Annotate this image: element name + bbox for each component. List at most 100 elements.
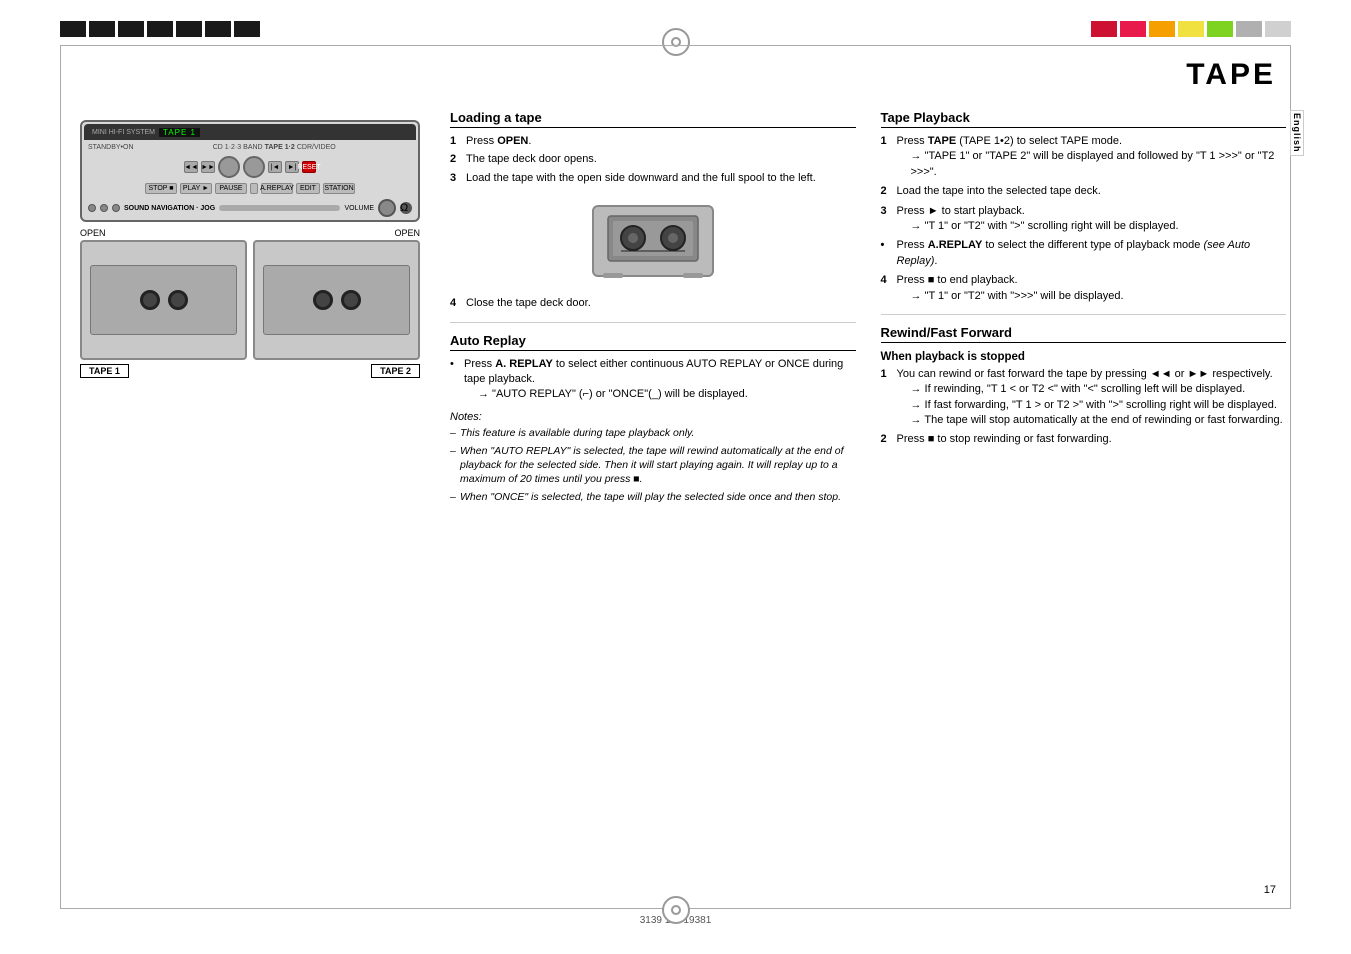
- playback-step-1: 1 Press TAPE (TAPE 1•2) to select TAPE m…: [881, 134, 1287, 180]
- arrow-text: → "T 1" or "T2" with ">" scrolling right…: [897, 219, 1179, 234]
- step-num: 4: [881, 273, 893, 304]
- step-num: 3: [450, 171, 462, 186]
- note-3: When "ONCE" is selected, the tape will p…: [450, 490, 856, 504]
- step-text: Load the tape into the selected tape dec…: [897, 184, 1101, 199]
- left-column: Loading a tape 1 Press OPEN. 2 The tape …: [450, 110, 856, 899]
- color-blocks-left: [60, 21, 260, 37]
- rewind-ff-section: Rewind/Fast Forward When playback is sto…: [881, 325, 1287, 448]
- notes-list: This feature is available during tape pl…: [450, 426, 856, 505]
- play-btn[interactable]: PLAY ►: [180, 183, 212, 194]
- compass-inner-bottom: [671, 905, 681, 915]
- notes-title: Notes:: [450, 411, 856, 423]
- color-block: [118, 21, 144, 37]
- bullet-text: Press A. REPLAY to select either continu…: [464, 357, 856, 403]
- step-num: 2: [881, 184, 893, 199]
- color-block: [205, 21, 231, 37]
- auto-replay-item: • Press A. REPLAY to select either conti…: [450, 357, 856, 403]
- center-compass-top: [662, 28, 690, 56]
- loading-step-2: 2 The tape deck door opens.: [450, 152, 856, 167]
- color-block-orange: [1149, 21, 1175, 37]
- step-text: Load the tape with the open side downwar…: [466, 171, 816, 186]
- dial[interactable]: [218, 156, 240, 178]
- arrow-text-2: → If fast forwarding, "T 1 > or T2 >" wi…: [897, 398, 1283, 413]
- volume-knob[interactable]: [378, 199, 396, 217]
- tape2-label: TAPE 2: [371, 364, 420, 378]
- step-text: Press ► to start playback. → "T 1" or "T…: [897, 204, 1179, 235]
- step-text: Press ■ to stop rewinding or fast forwar…: [897, 432, 1112, 447]
- divider: [450, 322, 856, 323]
- stop-btn[interactable]: STOP ■: [145, 183, 177, 194]
- auto-replay-bullets: • Press A. REPLAY to select either conti…: [450, 357, 856, 403]
- tape-playback-section: Tape Playback 1 Press TAPE (TAPE 1•2) to…: [881, 110, 1287, 304]
- note-1: This feature is available during tape pl…: [450, 426, 856, 440]
- english-side-label: English: [1290, 110, 1304, 156]
- step-num: 2: [450, 152, 462, 167]
- loading-step-4: 4 Close the tape deck door.: [450, 296, 856, 311]
- model-text: MINI HI-FI SYSTEM: [92, 129, 155, 136]
- note-2: When "AUTO REPLAY" is selected, the tape…: [450, 444, 856, 487]
- ff-btn[interactable]: ►►: [201, 161, 215, 173]
- center-compass-bottom: [662, 896, 690, 924]
- areplay-btn[interactable]: A.REPLAY: [261, 183, 293, 194]
- playback-step-4: 4 Press ■ to end playback. → "T 1" or "T…: [881, 273, 1287, 304]
- tape1-label: TAPE 1: [80, 364, 129, 378]
- tape1-reel-right: [168, 290, 188, 310]
- color-block-yellow: [1178, 21, 1204, 37]
- step-text: Press A.REPLAY to select the different t…: [897, 238, 1287, 269]
- step-num: 1: [881, 367, 893, 429]
- border-line-right: [1290, 45, 1291, 909]
- jog-btn3[interactable]: [112, 204, 120, 212]
- btn1[interactable]: [250, 183, 258, 194]
- prev-btn[interactable]: |◄: [268, 161, 282, 173]
- step-text: Close the tape deck door.: [466, 296, 591, 311]
- stationmem-btn[interactable]: STATION: [323, 183, 355, 194]
- content-area: Loading a tape 1 Press OPEN. 2 The tape …: [450, 55, 1286, 899]
- color-block: [89, 21, 115, 37]
- pause-btn[interactable]: PAUSE: [215, 183, 247, 194]
- loading-tape-title: Loading a tape: [450, 110, 856, 128]
- tape-playback-title: Tape Playback: [881, 110, 1287, 128]
- tape2-reel-right: [341, 290, 361, 310]
- volume-slider[interactable]: [219, 205, 340, 211]
- auto-replay-title: Auto Replay: [450, 333, 856, 351]
- tape-deck-illustration: [450, 201, 856, 281]
- notes-section: Notes: This feature is available during …: [450, 411, 856, 505]
- auto-replay-section: Auto Replay • Press A. REPLAY to select …: [450, 333, 856, 505]
- dial2[interactable]: [243, 156, 265, 178]
- color-block: [147, 21, 173, 37]
- step-text: You can rewind or fast forward the tape …: [897, 367, 1283, 429]
- color-block: [234, 21, 260, 37]
- step-num: 1: [450, 134, 462, 149]
- step-num: 3: [881, 204, 893, 235]
- step-text: Press TAPE (TAPE 1•2) to select TAPE mod…: [897, 134, 1287, 180]
- color-block-lightgray: [1265, 21, 1291, 37]
- step-num: 2: [881, 432, 893, 447]
- step-text: The tape deck door opens.: [466, 152, 597, 167]
- arrow-text: → "AUTO REPLAY" (⌐) or "ONCE"(_) will be…: [464, 387, 856, 402]
- loading-tape-section: Loading a tape 1 Press OPEN. 2 The tape …: [450, 110, 856, 312]
- display-screen: TAPE 1: [159, 128, 200, 137]
- arrow-text: → If rewinding, "T 1 < or T2 <" with "<"…: [897, 382, 1283, 397]
- reset-btn[interactable]: RESET: [302, 161, 316, 173]
- top-bar: [0, 18, 1351, 40]
- right-column: English Tape Playback 1 Press TAPE (TAPE…: [881, 110, 1287, 899]
- headphone-jack: Ω: [400, 202, 412, 214]
- rewind-ff-title: Rewind/Fast Forward: [881, 325, 1287, 343]
- color-block-gray: [1236, 21, 1262, 37]
- color-block-red: [1091, 21, 1117, 37]
- step-num: 1: [881, 134, 893, 180]
- rewind-btn[interactable]: ◄◄: [184, 161, 198, 173]
- loading-step-1: 1 Press OPEN.: [450, 134, 856, 149]
- step-num: 4: [450, 296, 462, 311]
- sound-nav-label: SOUND NAVIGATION · JOG: [124, 205, 215, 212]
- jog-btn[interactable]: [88, 204, 96, 212]
- border-line-top: [60, 45, 1291, 46]
- edit-btn[interactable]: EDIT: [296, 183, 320, 194]
- jog-btn2[interactable]: [100, 204, 108, 212]
- open-label-left: OPEN: [80, 228, 106, 238]
- device-illustration: MINI HI-FI SYSTEM TAPE 1 STANDBY•ON CD 1…: [70, 120, 430, 378]
- arrow-text-3: → The tape will stop automatically at th…: [897, 413, 1283, 428]
- page-number: 17: [1264, 884, 1276, 896]
- rewind-ff-subtitle: When playback is stopped: [881, 351, 1287, 363]
- step-text: Press ■ to end playback. → "T 1" or "T2"…: [897, 273, 1124, 304]
